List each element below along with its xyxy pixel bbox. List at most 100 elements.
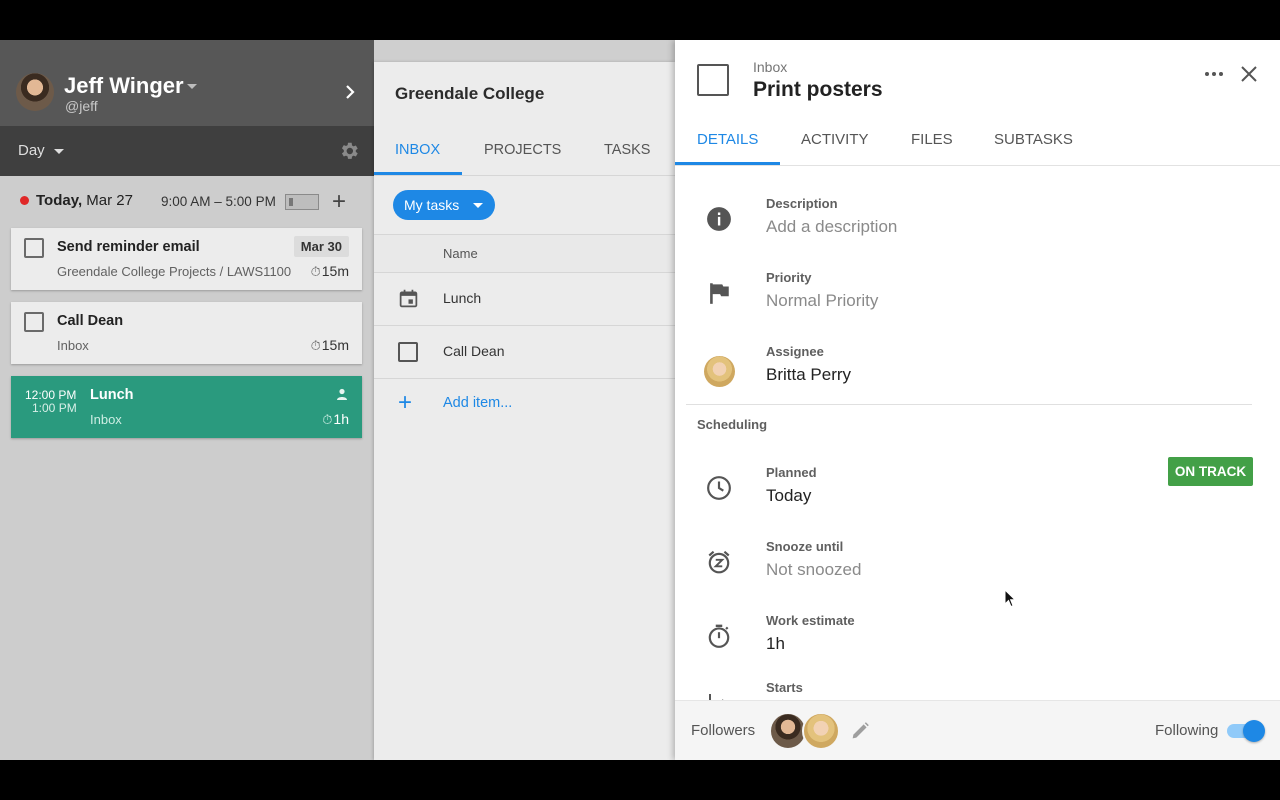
app-window: Jeff Winger @jeff Day Today, Mar 27 9:00… <box>0 40 1280 760</box>
planner-panel: Jeff Winger @jeff Day Today, Mar 27 9:00… <box>0 40 374 760</box>
planned-value[interactable]: Today <box>766 486 811 506</box>
event-end-time: 1:00 PM <box>32 401 77 415</box>
close-icon[interactable] <box>1239 64 1259 84</box>
work-estimate-value[interactable]: 1h <box>766 634 785 654</box>
list-item-label: Lunch <box>443 290 482 306</box>
task-card[interactable]: Send reminder email Mar 30 Greendale Col… <box>11 228 362 290</box>
event-title: Lunch <box>90 387 134 403</box>
column-header: Name <box>374 234 675 273</box>
starts-label: Starts <box>766 680 803 695</box>
description-value[interactable]: Add a description <box>766 217 897 237</box>
active-tab-indicator <box>374 172 462 175</box>
task-checkbox[interactable] <box>24 238 44 258</box>
work-estimate-field[interactable]: Work estimate 1h <box>675 595 1280 665</box>
calendar-icon <box>399 289 418 308</box>
user-avatar <box>16 73 54 111</box>
view-caret-icon[interactable] <box>54 149 64 154</box>
tab-inbox[interactable]: INBOX <box>395 142 440 158</box>
complete-task-checkbox[interactable] <box>697 64 729 96</box>
detail-tabs: DETAILS ACTIVITY FILES SUBTASKS <box>675 118 1280 166</box>
user-bar[interactable]: Jeff Winger @jeff <box>0 40 374 126</box>
today-indicator <box>20 196 29 205</box>
scheduling-heading: Scheduling <box>697 417 768 432</box>
task-checkbox[interactable] <box>398 342 418 362</box>
person-icon <box>337 388 347 400</box>
task-title: Send reminder email <box>57 239 200 255</box>
user-name: Jeff Winger <box>64 73 184 98</box>
assignee-value[interactable]: Britta Perry <box>766 365 851 385</box>
description-field[interactable]: Description Add a description <box>675 178 1280 248</box>
list-item[interactable]: Lunch <box>374 273 675 326</box>
task-checkbox[interactable] <box>24 312 44 332</box>
event-project: Inbox <box>90 412 122 427</box>
status-badge: ON TRACK <box>1168 457 1253 486</box>
list-item-label: Call Dean <box>443 343 505 359</box>
description-label: Description <box>766 196 838 211</box>
add-item-label: Add item... <box>443 395 513 411</box>
mouse-cursor-icon <box>1004 589 1016 608</box>
project-tabs: INBOX PROJECTS TASKS <box>374 128 675 176</box>
task-project: Inbox <box>57 338 89 353</box>
tab-projects[interactable]: PROJECTS <box>484 142 561 158</box>
more-options-icon[interactable] <box>1203 66 1225 82</box>
add-item-button[interactable]: + Add item... <box>374 378 675 431</box>
user-handle: @jeff <box>65 98 98 114</box>
tab-tasks[interactable]: TASKS <box>604 142 650 158</box>
snooze-field[interactable]: Snooze until Not snoozed <box>675 521 1280 591</box>
task-detail-panel: Inbox Print posters DETAILS ACTIVITY FIL… <box>675 40 1280 760</box>
event-card[interactable]: 12:00 PM 1:00 PM Lunch Inbox ⏱1h <box>11 376 362 438</box>
priority-value[interactable]: Normal Priority <box>766 291 878 311</box>
priority-field[interactable]: Priority Normal Priority <box>675 252 1280 322</box>
follower-avatar[interactable] <box>802 712 840 750</box>
plus-icon: + <box>398 389 413 416</box>
priority-label: Priority <box>766 270 812 285</box>
snooze-label: Snooze until <box>766 539 844 554</box>
active-tab-indicator <box>675 162 780 165</box>
user-menu-caret-icon[interactable] <box>187 84 197 89</box>
followers-label: Followers <box>691 722 756 739</box>
task-project: Greendale College Projects / LAWS1100 <box>57 264 292 279</box>
stopwatch-icon <box>708 624 730 648</box>
project-panel: Greendale College INBOX PROJECTS TASKS M… <box>374 62 675 760</box>
task-card[interactable]: Call Dean Inbox ⏱15m <box>11 302 362 364</box>
following-toggle[interactable] <box>1227 720 1265 742</box>
work-estimate-label: Work estimate <box>766 613 855 628</box>
task-detail-title[interactable]: Print posters <box>753 78 883 102</box>
assignee-field[interactable]: Assignee Britta Perry <box>675 326 1280 396</box>
view-select[interactable]: Day <box>18 142 45 159</box>
tab-subtasks[interactable]: SUBTASKS <box>994 131 1073 148</box>
capacity-bar <box>285 194 319 210</box>
assignee-avatar <box>704 356 735 387</box>
work-hours: 9:00 AM – 5:00 PM <box>161 194 276 209</box>
task-parent[interactable]: Inbox <box>753 59 787 75</box>
today-date: Today, Mar 27 <box>36 192 133 209</box>
day-toolbar: Day <box>0 126 374 176</box>
flag-icon <box>710 283 729 304</box>
column-name-header[interactable]: Name <box>443 246 478 261</box>
stopwatch-icon: ⏱ <box>310 338 321 353</box>
today-header: Today, Mar 27 9:00 AM – 5:00 PM + <box>0 180 374 220</box>
tab-files[interactable]: FILES <box>911 131 953 148</box>
event-start-time: 12:00 PM <box>25 388 77 402</box>
gear-icon[interactable] <box>338 140 360 162</box>
snooze-alarm-icon <box>708 550 730 574</box>
info-icon <box>707 207 731 231</box>
filter-label: My tasks <box>404 197 460 213</box>
planned-label: Planned <box>766 465 817 480</box>
chevron-right-icon[interactable] <box>340 82 360 102</box>
task-estimate: ⏱15m <box>310 263 349 279</box>
following-label: Following <box>1155 722 1219 739</box>
tab-activity[interactable]: ACTIVITY <box>801 131 869 148</box>
clock-icon <box>707 476 731 500</box>
pencil-icon[interactable] <box>849 720 871 742</box>
tab-details[interactable]: DETAILS <box>697 131 758 148</box>
task-estimate: ⏱15m <box>310 337 349 353</box>
add-task-plus-icon[interactable]: + <box>332 188 346 216</box>
filter-dropdown[interactable]: My tasks <box>393 190 496 220</box>
task-title: Call Dean <box>57 313 124 329</box>
stopwatch-icon: ⏱ <box>310 264 321 279</box>
toggle-thumb <box>1243 720 1265 742</box>
snooze-value[interactable]: Not snoozed <box>766 560 861 580</box>
list-item[interactable]: Call Dean <box>374 326 675 379</box>
stopwatch-icon: ⏱ <box>322 412 333 427</box>
